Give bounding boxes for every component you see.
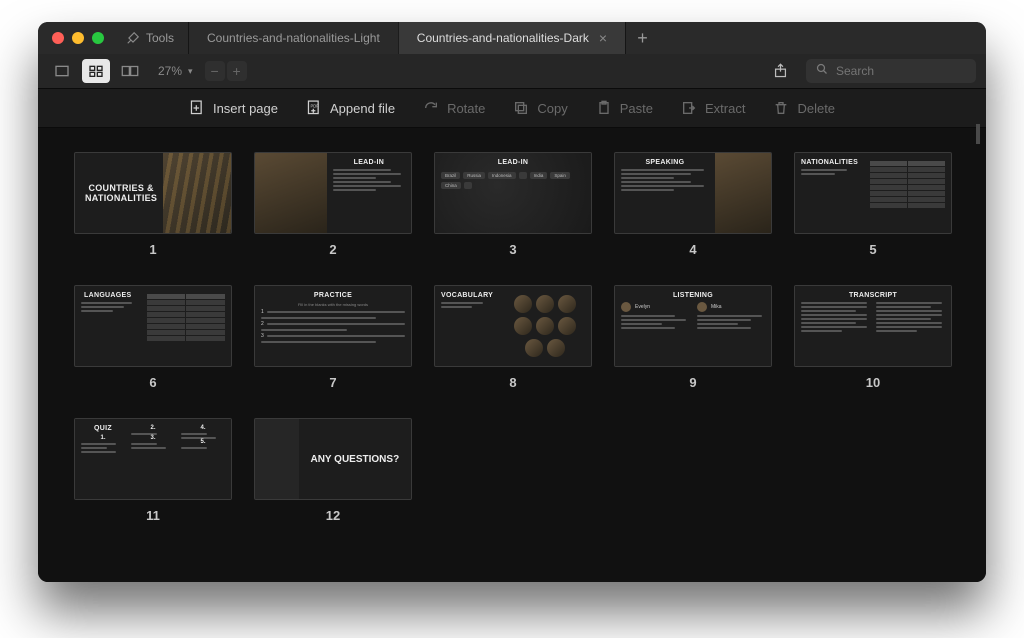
insert-page-button[interactable]: Insert page	[189, 99, 278, 117]
thumbnails-canvas[interactable]: COUNTRIES & NATIONALITIES 1 LEAD-IN 2	[38, 128, 986, 582]
slide-title: PRACTICE	[261, 292, 405, 299]
action-label: Insert page	[213, 101, 278, 116]
window-controls	[38, 32, 104, 44]
page-thumbnail[interactable]: LEAD-IN Brazil Russia Indonesia India Sp…	[434, 152, 592, 234]
minimize-window-button[interactable]	[72, 32, 84, 44]
tab-active[interactable]: Countries-and-nationalities-Dark ×	[398, 22, 625, 54]
zoom-dropdown[interactable]: 27% ▾	[158, 64, 193, 78]
page-number: 4	[614, 242, 772, 257]
page-cell: LISTENING Evelyn Mika	[614, 285, 772, 390]
page-cell: VOCABULARY 8	[434, 285, 592, 390]
page-thumbnail[interactable]: SPEAKING	[614, 152, 772, 234]
slide-title: SPEAKING	[621, 159, 709, 166]
slide-title: ANY QUESTIONS?	[310, 454, 399, 465]
page-thumbnail[interactable]: COUNTRIES & NATIONALITIES	[74, 152, 232, 234]
page-cell: COUNTRIES & NATIONALITIES 1	[74, 152, 232, 257]
chevron-down-icon: ▾	[188, 66, 193, 77]
rotate-button[interactable]: Rotate	[423, 100, 485, 116]
page-number: 7	[254, 375, 412, 390]
slide-title: NATIONALITIES	[801, 159, 858, 166]
slide-title: TRANSCRIPT	[801, 292, 945, 299]
page-thumbnail[interactable]: LANGUAGES	[74, 285, 232, 367]
action-label: Rotate	[447, 101, 485, 116]
action-label: Copy	[537, 101, 567, 116]
page-thumbnail[interactable]: QUIZ 1. 2. 3. 4.	[74, 418, 232, 500]
slide-title: LEAD-IN	[333, 159, 405, 166]
append-file-button[interactable]: PDF Append file	[306, 99, 395, 117]
slide-title: LEAD-IN	[441, 159, 585, 166]
tab-close-button[interactable]: ×	[599, 31, 607, 45]
zoom-value: 27%	[158, 64, 182, 78]
page-cell: ANY QUESTIONS? 12	[254, 418, 412, 523]
page-number: 5	[794, 242, 952, 257]
page-thumbnail[interactable]: VOCABULARY	[434, 285, 592, 367]
toolbar: 27% ▾ − +	[38, 54, 986, 88]
page-number: 8	[434, 375, 592, 390]
tools-label: Tools	[146, 31, 174, 45]
page-thumbnail[interactable]: LEAD-IN	[254, 152, 412, 234]
page-number: 3	[434, 242, 592, 257]
page-thumbnail[interactable]: LISTENING Evelyn Mika	[614, 285, 772, 367]
slide-title: QUIZ	[81, 425, 125, 432]
zoom-window-button[interactable]	[92, 32, 104, 44]
search-input[interactable]	[836, 64, 966, 78]
app-window: Tools Countries-and-nationalities-Light …	[38, 22, 986, 582]
page-cell: LEAD-IN 2	[254, 152, 412, 257]
sidebar-handle[interactable]	[976, 124, 980, 144]
close-window-button[interactable]	[52, 32, 64, 44]
page-thumbnail[interactable]: PRACTICE Fill in the blanks with the mis…	[254, 285, 412, 367]
page-number: 10	[794, 375, 952, 390]
copy-button[interactable]: Copy	[513, 100, 567, 116]
action-label: Delete	[797, 101, 835, 116]
page-thumbnail[interactable]: ANY QUESTIONS?	[254, 418, 412, 500]
page-number: 12	[254, 508, 412, 523]
slide-title: VOCABULARY	[441, 292, 493, 299]
page-thumbnail[interactable]: TRANSCRIPT	[794, 285, 952, 367]
page-number: 9	[614, 375, 772, 390]
slide-title: COUNTRIES & NATIONALITIES	[85, 183, 157, 204]
page-actions-bar: Insert page PDF Append file Rotate Copy …	[38, 88, 986, 128]
page-number: 11	[74, 508, 232, 523]
page-cell: TRANSCRIPT 10	[794, 285, 952, 390]
view-single-button[interactable]	[48, 59, 76, 83]
plus-icon: +	[637, 28, 648, 49]
tab-label: Countries-and-nationalities-Dark	[417, 31, 589, 45]
page-number: 6	[74, 375, 232, 390]
tab-inactive[interactable]: Countries-and-nationalities-Light	[188, 22, 398, 54]
thumbnail-grid: COUNTRIES & NATIONALITIES 1 LEAD-IN 2	[38, 128, 986, 563]
delete-button[interactable]: Delete	[773, 100, 835, 116]
extract-button[interactable]: Extract	[681, 100, 745, 116]
slide-title: LANGUAGES	[81, 292, 135, 299]
paste-button[interactable]: Paste	[596, 100, 653, 116]
new-tab-button[interactable]: +	[625, 22, 659, 54]
view-grid-button[interactable]	[82, 59, 110, 83]
page-number: 2	[254, 242, 412, 257]
page-cell: SPEAKING 4	[614, 152, 772, 257]
zoom-stepper: − +	[205, 61, 247, 81]
tools-icon	[126, 31, 140, 45]
search-field[interactable]	[806, 59, 976, 83]
action-label: Extract	[705, 101, 745, 116]
action-label: Paste	[620, 101, 653, 116]
svg-text:PDF: PDF	[311, 103, 320, 108]
page-thumbnail[interactable]: NATIONALITIES	[794, 152, 952, 234]
tab-strip: Countries-and-nationalities-Light Countr…	[188, 22, 659, 54]
zoom-out-button[interactable]: −	[205, 61, 225, 81]
share-button[interactable]	[766, 59, 794, 83]
search-icon	[816, 62, 828, 80]
view-two-page-button[interactable]	[116, 59, 144, 83]
page-cell: NATIONALITIES	[794, 152, 952, 257]
page-cell: PRACTICE Fill in the blanks with the mis…	[254, 285, 412, 390]
titlebar: Tools Countries-and-nationalities-Light …	[38, 22, 986, 54]
action-label: Append file	[330, 101, 395, 116]
page-cell: LEAD-IN Brazil Russia Indonesia India Sp…	[434, 152, 592, 257]
page-cell: LANGUAGES	[74, 285, 232, 390]
page-cell: QUIZ 1. 2. 3. 4.	[74, 418, 232, 523]
page-number: 1	[74, 242, 232, 257]
zoom-in-button[interactable]: +	[227, 61, 247, 81]
slide-title: LISTENING	[621, 292, 765, 299]
tools-menu[interactable]: Tools	[104, 31, 188, 45]
tab-label: Countries-and-nationalities-Light	[207, 31, 380, 45]
